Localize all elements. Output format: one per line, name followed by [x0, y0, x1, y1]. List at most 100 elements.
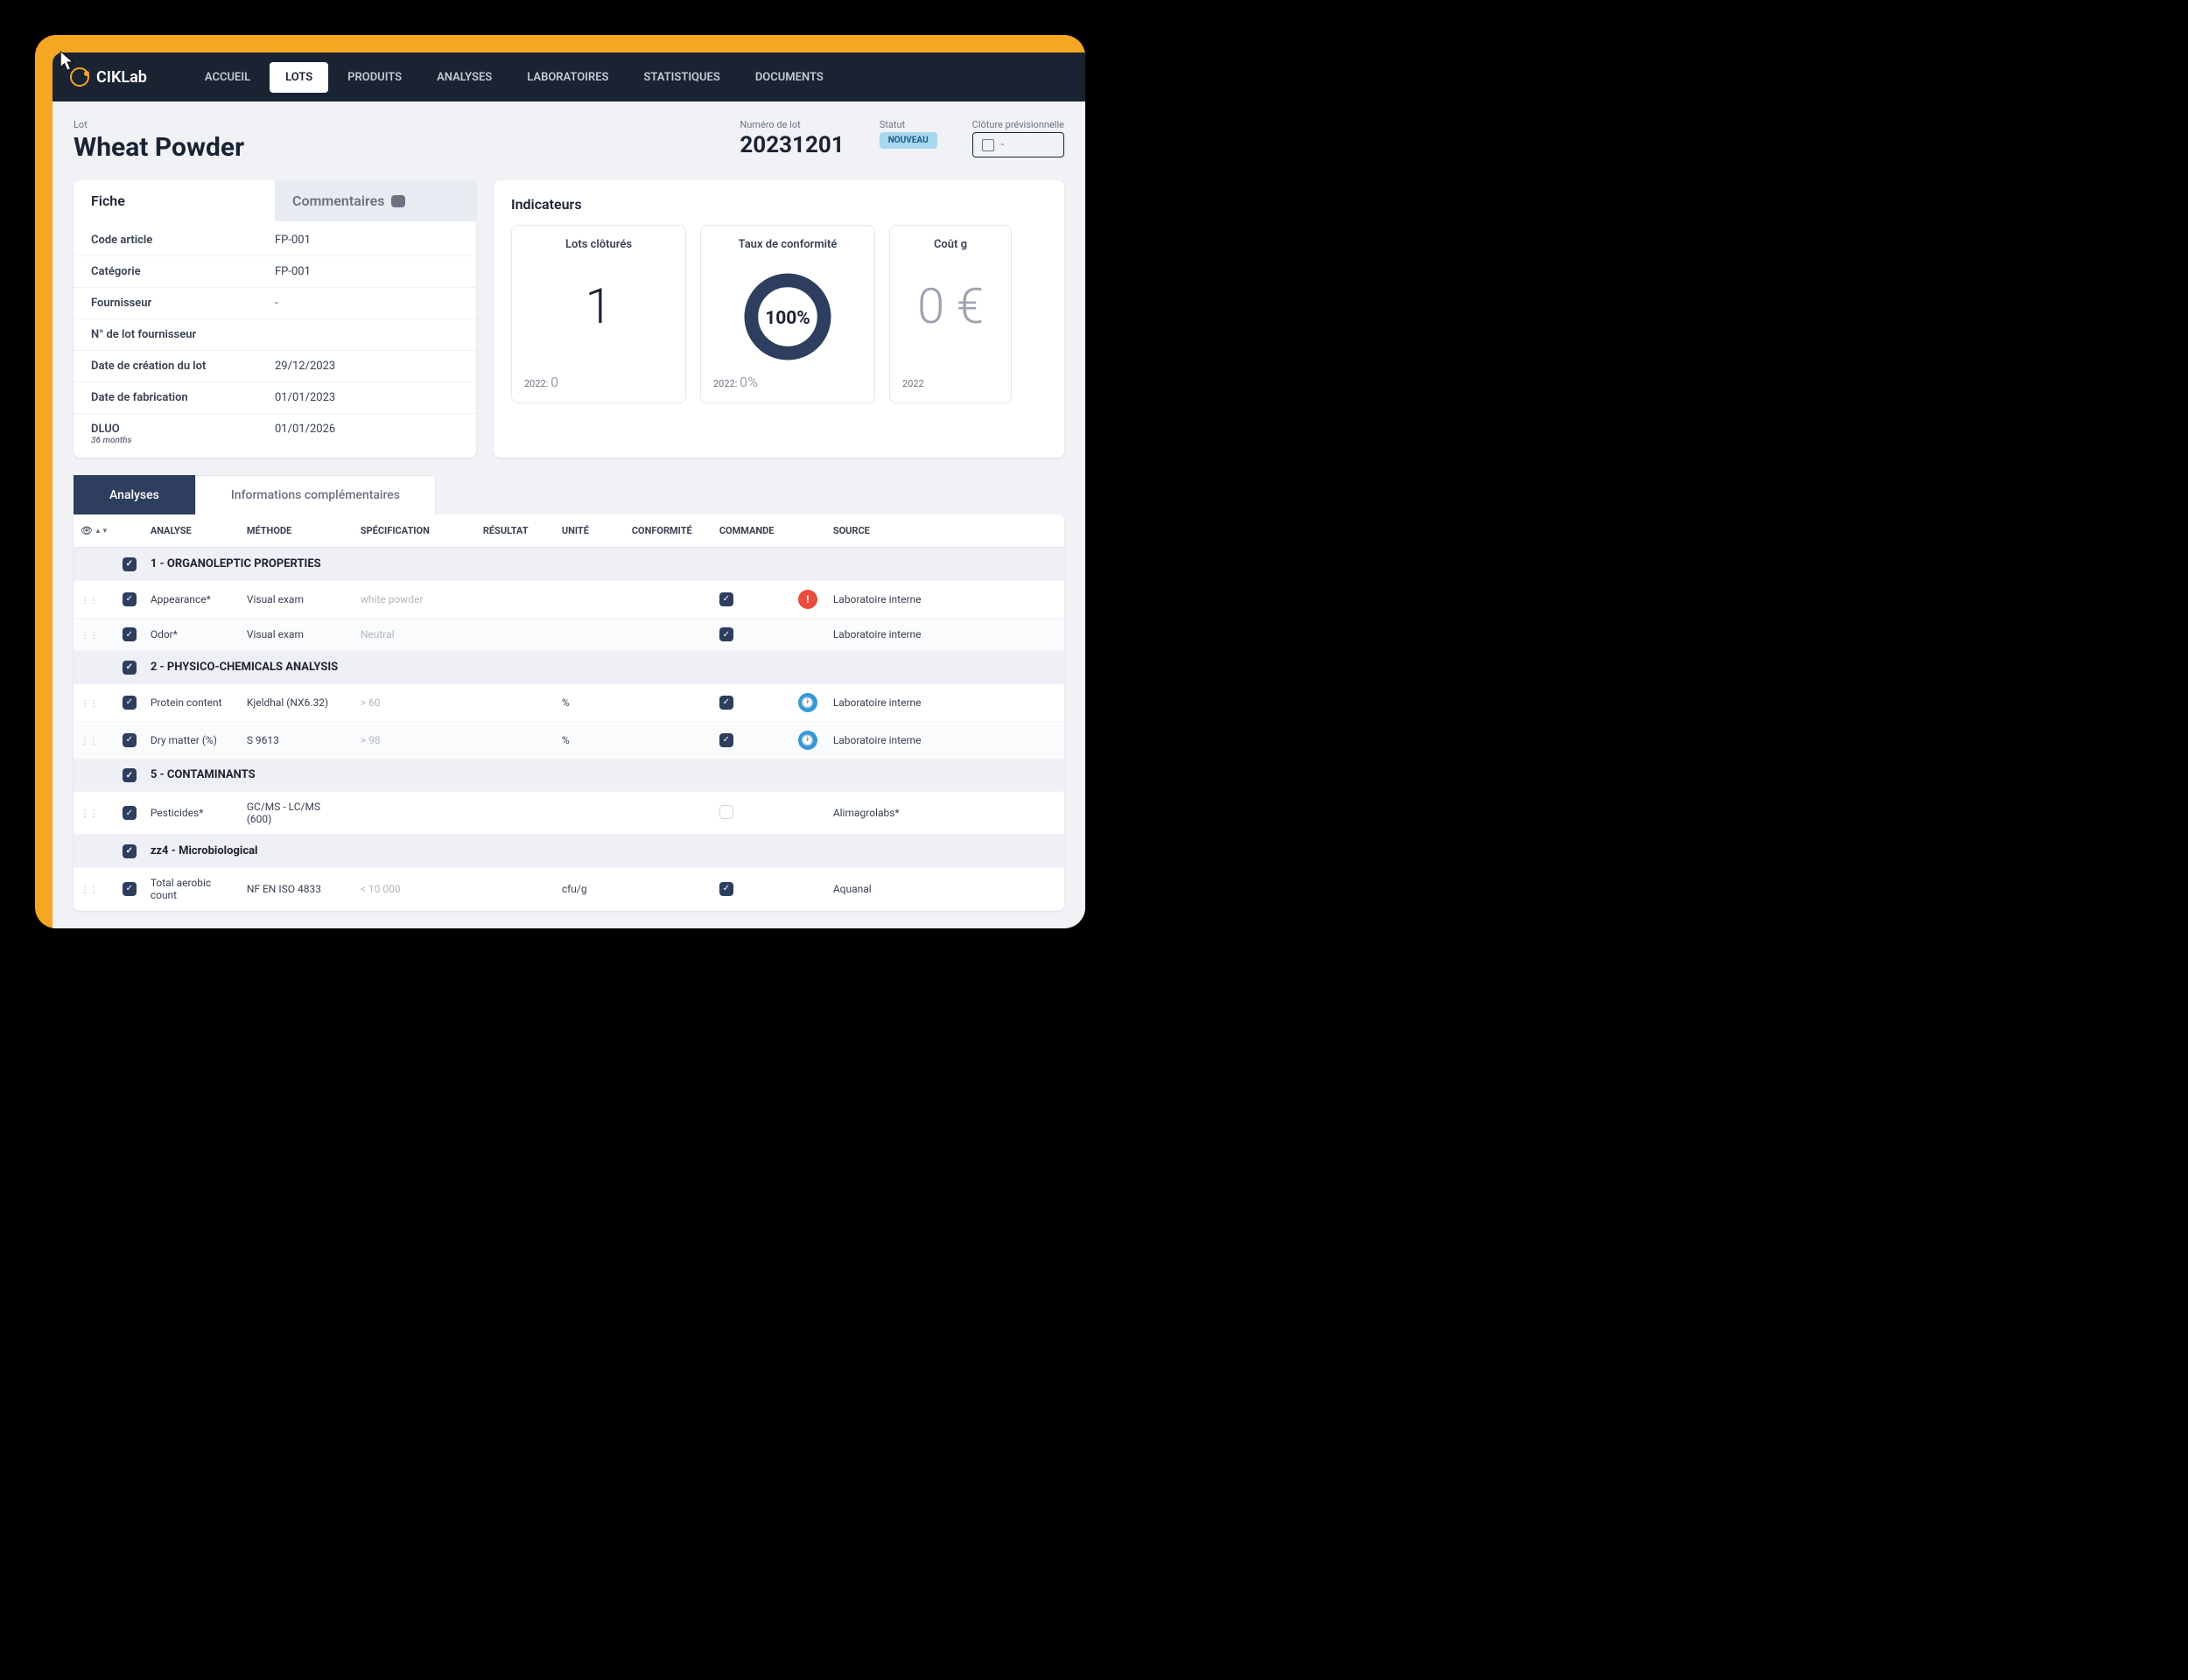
cell-conformite	[625, 721, 712, 759]
nav-item-statistiques[interactable]: STATISTIQUES	[628, 62, 735, 93]
cell-analyse: Dry matter (%)	[144, 721, 240, 759]
fiche-row: Date de création du lot29/12/2023	[74, 350, 476, 382]
analysis-row: ⋮⋮ ✓ Total aerobic countNF EN ISO 4833< 10…	[74, 867, 1064, 910]
analyses-table-card: 👁▲▼ANALYSEMÉTHODESPÉCIFICATIONRÉSULTATUN…	[74, 514, 1064, 911]
cell-analyse: Appearance*	[144, 580, 240, 618]
cell-methode: Visual exam	[240, 580, 354, 618]
cell-analyse: Total aerobic count	[144, 867, 240, 910]
cell-source: Laboratoire interne	[826, 721, 1064, 759]
group-header-row: ✓zz4 - Microbiological	[74, 835, 1064, 868]
group-checkbox[interactable]: ✓	[123, 768, 137, 782]
group-checkbox[interactable]: ✓	[123, 844, 137, 858]
group-header-row: ✓2 - PHYSICO-CHEMICALS ANALYSIS	[74, 651, 1064, 684]
lotnum-label: Numéro de lot	[740, 119, 844, 130]
tab-info-compl[interactable]: Informations complémentaires	[195, 475, 436, 514]
fiche-row: Code articleFP-001	[74, 225, 476, 256]
tab-fiche[interactable]: Fiche	[74, 180, 275, 221]
analysis-row: ⋮⋮ ✓ Appearance*Visual examwhite powder ✓! L…	[74, 580, 1064, 618]
analysis-row: ⋮⋮✓Protein contentKjeldhal (NX6.32)> 60%…	[74, 683, 1064, 721]
nav-item-accueil[interactable]: ACCUEIL	[189, 62, 266, 93]
closure-date-picker[interactable]: -	[972, 132, 1064, 158]
topbar: CIKLab ACCUEILLOTSPRODUITSANALYSESLABORA…	[53, 52, 1085, 102]
commande-checkbox[interactable]: ✓	[719, 882, 733, 896]
cell-specification[interactable]: < 10 000	[354, 867, 476, 910]
cell-unite: %	[555, 683, 625, 721]
cursor-icon	[60, 51, 75, 75]
cell-specification[interactable]: > 98	[354, 721, 476, 759]
commande-checkbox[interactable]: ✓	[719, 696, 733, 710]
drag-handle[interactable]: ⋮⋮	[81, 737, 98, 746]
cell-methode: GC/MS - LC/MS (600)	[240, 792, 354, 835]
cell-status	[791, 792, 826, 835]
cell-methode: Kjeldhal (NX6.32)	[240, 683, 354, 721]
fiche-row: Date de fabrication01/01/2023	[74, 382, 476, 413]
cell-unite	[555, 792, 625, 835]
cell-conformite	[625, 792, 712, 835]
cell-commande	[712, 792, 791, 835]
cell-conformite	[625, 867, 712, 910]
nav-item-analyses[interactable]: ANALYSES	[421, 62, 508, 93]
cell-analyse: Odor*	[144, 618, 240, 651]
cell-specification[interactable]	[354, 792, 476, 835]
closure-label: Clôture prévisionnelle	[972, 119, 1064, 130]
tab-comments[interactable]: Commentaires	[275, 180, 476, 221]
cell-specification[interactable]: white powder	[354, 580, 476, 618]
nav-item-lots[interactable]: LOTS	[270, 62, 328, 93]
cell-analyse: Pesticides*	[144, 792, 240, 835]
fiche-card: Fiche Commentaires Code articleFP-001Cat…	[74, 180, 476, 458]
drag-handle[interactable]: ⋮⋮	[81, 809, 98, 819]
cell-resultat[interactable]	[476, 580, 555, 618]
lot-label: Lot	[74, 119, 244, 130]
commande-checkbox[interactable]: ✓	[719, 627, 733, 641]
cell-specification[interactable]: Neutral	[354, 618, 476, 651]
drag-handle[interactable]: ⋮⋮	[81, 886, 98, 895]
status-badge: NOUVEAU	[880, 132, 937, 149]
cell-commande: ✓	[712, 721, 791, 759]
comment-icon	[391, 195, 405, 207]
cell-specification[interactable]: > 60	[354, 683, 476, 721]
row-checkbox[interactable]: ✓	[123, 592, 137, 606]
nav-item-documents[interactable]: DOCUMENTS	[740, 62, 839, 93]
cell-unite: cfu/g	[555, 867, 625, 910]
brand-logo[interactable]: CIKLab	[70, 67, 147, 87]
lot-name: Wheat Powder	[74, 132, 244, 163]
row-checkbox[interactable]: ✓	[123, 806, 137, 820]
analysis-row: ⋮⋮✓Dry matter (%)S 9613> 98%✓🕐Laboratoir…	[74, 721, 1064, 759]
nav-item-produits[interactable]: PRODUITS	[332, 62, 417, 93]
cell-resultat[interactable]	[476, 618, 555, 651]
cell-resultat[interactable]	[476, 867, 555, 910]
row-checkbox[interactable]: ✓	[123, 733, 137, 747]
indicator-box: Taux de conformité100%2022: 0%	[700, 225, 875, 403]
drag-handle[interactable]: ⋮⋮	[81, 699, 98, 709]
cell-conformite	[625, 618, 712, 651]
cell-commande: ✓	[712, 683, 791, 721]
commande-checkbox[interactable]: ✓	[719, 733, 733, 747]
nav-item-laboratoires[interactable]: LABORATOIRES	[511, 62, 624, 93]
indicators-title: Indicateurs	[511, 196, 1047, 213]
cell-source: Laboratoire interne	[826, 580, 1064, 618]
fiche-row: DLUO36 months01/01/2026	[74, 413, 476, 454]
alert-icon: !	[798, 590, 817, 609]
cell-resultat[interactable]	[476, 721, 555, 759]
cell-commande: ✓	[712, 867, 791, 910]
indicators-card: Indicateurs Lots clôturés12022: 0Taux de…	[494, 180, 1064, 458]
drag-handle[interactable]: ⋮⋮	[81, 596, 98, 606]
cell-methode: NF EN ISO 4833	[240, 867, 354, 910]
row-checkbox[interactable]: ✓	[123, 627, 137, 641]
tab-analyses[interactable]: Analyses	[74, 475, 195, 514]
commande-checkbox[interactable]	[719, 805, 733, 819]
closure-value: -	[1001, 138, 1005, 151]
group-checkbox[interactable]: ✓	[123, 557, 137, 571]
drag-handle[interactable]: ⋮⋮	[81, 631, 98, 640]
cell-resultat[interactable]	[476, 792, 555, 835]
cell-resultat[interactable]	[476, 683, 555, 721]
cell-commande: ✓	[712, 580, 791, 618]
row-checkbox[interactable]: ✓	[123, 696, 137, 710]
group-checkbox[interactable]: ✓	[123, 661, 137, 675]
visibility-sort-icon[interactable]: 👁▲▼	[81, 525, 109, 536]
lot-header: Lot Wheat Powder Numéro de lot 20231201 …	[74, 119, 1064, 163]
analysis-row: ⋮⋮✓Odor*Visual examNeutral✓Laboratoire i…	[74, 618, 1064, 651]
commande-checkbox[interactable]: ✓	[719, 592, 733, 606]
cell-source: Laboratoire interne	[826, 683, 1064, 721]
row-checkbox[interactable]: ✓	[123, 882, 137, 896]
